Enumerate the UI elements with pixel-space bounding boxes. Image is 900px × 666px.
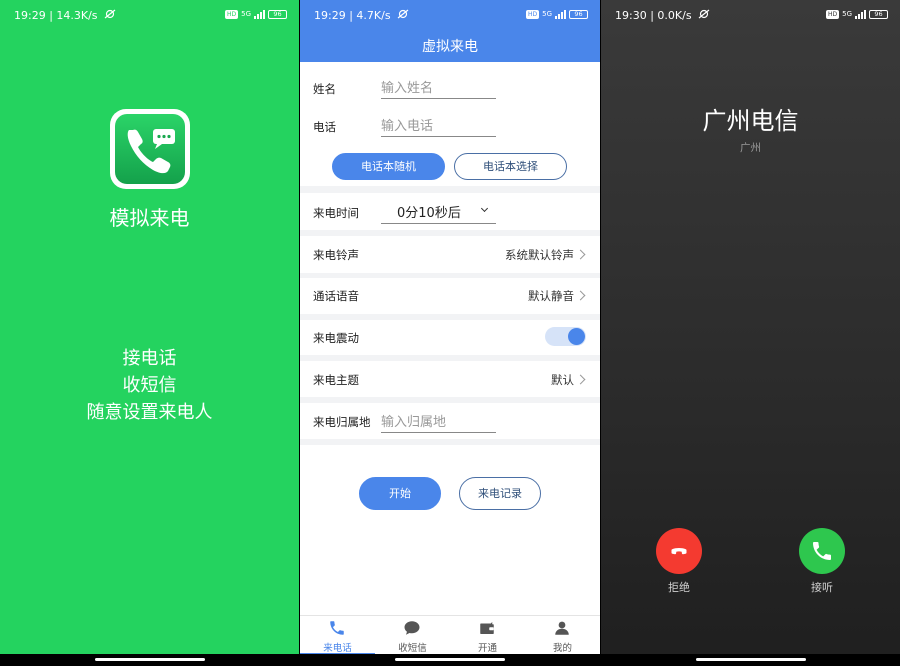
- status-bar: 19:29 | 4.7K/s HD 5G 96: [300, 0, 600, 30]
- caller-location: 广州: [740, 142, 761, 154]
- bottom-tab-bar: 来电话 收短信 开通 我的: [300, 615, 600, 655]
- virtual-call-form-screen: 19:29 | 4.7K/s HD 5G 96 虚拟来电 姓名 输入姓名 电话 …: [300, 0, 600, 666]
- contact-card: 姓名 输入姓名 电话 输入电话 电话本随机 电话本选择: [300, 62, 600, 186]
- home-indicator[interactable]: [300, 654, 600, 666]
- status-bar: 19:30 | 0.0K/s HD 5G 96: [601, 0, 900, 30]
- hd-badge: HD: [825, 10, 840, 19]
- status-time: 19:29 | 4.7K/s: [314, 9, 391, 22]
- random-contact-button[interactable]: 电话本随机: [332, 153, 445, 180]
- incoming-call-screen: 19:30 | 0.0K/s HD 5G 96 广州电信 广州 拒绝 接听: [601, 0, 900, 666]
- phone-input[interactable]: 输入电话: [381, 115, 496, 137]
- phone-icon: [328, 619, 346, 637]
- chevron-right-icon: [575, 374, 586, 385]
- name-label: 姓名: [313, 82, 336, 96]
- network-type: 5G: [842, 10, 852, 18]
- hang-up-icon: [671, 548, 687, 555]
- tab-sms[interactable]: 收短信: [375, 616, 450, 655]
- title-bar: 19:29 | 4.7K/s HD 5G 96 虚拟来电: [300, 0, 600, 62]
- vibration-label: 来电震动: [313, 331, 359, 345]
- ringtone-row[interactable]: 来电铃声 系统默认铃声: [300, 236, 600, 273]
- phone-label: 电话: [313, 120, 336, 134]
- vibration-toggle[interactable]: [545, 327, 586, 346]
- location-row: 来电归属地 输入归属地: [300, 403, 600, 439]
- call-time-label: 来电时间: [313, 206, 359, 220]
- page-title: 虚拟来电: [422, 39, 478, 55]
- theme-value: 默认: [551, 373, 574, 387]
- tab-activate[interactable]: 开通: [450, 616, 525, 655]
- theme-label: 来电主题: [313, 373, 359, 387]
- home-indicator[interactable]: [0, 654, 299, 666]
- voice-value: 默认静音: [528, 289, 574, 303]
- location-input[interactable]: 输入归属地: [381, 411, 496, 433]
- app-logo-icon: [110, 109, 190, 189]
- network-type: 5G: [542, 10, 552, 18]
- status-time: 19:30 | 0.0K/s: [615, 9, 692, 22]
- no-sync-icon: [698, 9, 710, 22]
- decline-button[interactable]: [656, 528, 702, 574]
- hd-badge: HD: [224, 10, 239, 19]
- call-time-value: 0分10秒后: [397, 206, 461, 221]
- tab-label: 来电话: [323, 643, 352, 654]
- chevron-down-icon: [480, 204, 489, 213]
- decline-label: 拒绝: [668, 581, 690, 594]
- wallet-icon: [478, 619, 496, 637]
- battery-icon: 96: [569, 10, 588, 19]
- call-history-button[interactable]: 来电记录: [459, 477, 541, 510]
- slogan-line: 接电话: [122, 348, 177, 369]
- signal-icon: [555, 10, 566, 19]
- battery-icon: 96: [268, 10, 287, 19]
- message-icon: [403, 619, 421, 637]
- status-time: 19:29 | 14.3K/s: [14, 9, 98, 22]
- vibration-row: 来电震动: [300, 320, 600, 355]
- home-indicator[interactable]: [601, 654, 900, 666]
- call-time-row[interactable]: 来电时间 0分10秒后: [300, 193, 600, 230]
- hd-badge: HD: [525, 10, 540, 19]
- status-bar: 19:29 | 14.3K/s HD 5G 96: [0, 0, 299, 30]
- start-button[interactable]: 开始: [359, 477, 441, 510]
- location-label: 来电归属地: [313, 415, 371, 429]
- battery-icon: 96: [869, 10, 888, 19]
- voice-row[interactable]: 通话语音 默认静音: [300, 278, 600, 314]
- accept-label: 接听: [811, 581, 833, 594]
- toggle-knob: [568, 328, 585, 345]
- tab-label: 我的: [552, 643, 572, 654]
- tab-label: 收短信: [398, 643, 427, 654]
- accept-button[interactable]: [799, 528, 845, 574]
- network-type: 5G: [241, 10, 251, 18]
- ringtone-label: 来电铃声: [313, 248, 359, 262]
- signal-icon: [855, 10, 866, 19]
- action-area: 开始 来电记录: [300, 445, 600, 615]
- tab-label: 开通: [477, 643, 497, 654]
- no-sync-icon: [104, 9, 116, 22]
- splash-screen: 19:29 | 14.3K/s HD 5G 96 模拟来电 接电话 收短信 随意…: [0, 0, 299, 666]
- caller-name: 广州电信: [702, 107, 799, 135]
- chevron-right-icon: [575, 290, 586, 301]
- voice-label: 通话语音: [313, 289, 359, 303]
- slogan-line: 随意设置来电人: [86, 402, 213, 423]
- chevron-right-icon: [575, 249, 586, 260]
- app-name: 模拟来电: [109, 206, 190, 230]
- theme-row[interactable]: 来电主题 默认: [300, 361, 600, 397]
- ringtone-value: 系统默认铃声: [505, 248, 574, 262]
- tab-mine[interactable]: 我的: [525, 616, 600, 655]
- user-icon: [553, 619, 571, 637]
- name-input[interactable]: 输入姓名: [381, 77, 496, 99]
- no-sync-icon: [397, 9, 409, 22]
- tab-incoming-call[interactable]: 来电话: [300, 616, 375, 655]
- choose-contact-button[interactable]: 电话本选择: [454, 153, 567, 180]
- signal-icon: [254, 10, 265, 19]
- slogan-line: 收短信: [122, 375, 177, 396]
- call-time-select[interactable]: 0分10秒后: [381, 202, 496, 224]
- phone-icon: [813, 542, 831, 560]
